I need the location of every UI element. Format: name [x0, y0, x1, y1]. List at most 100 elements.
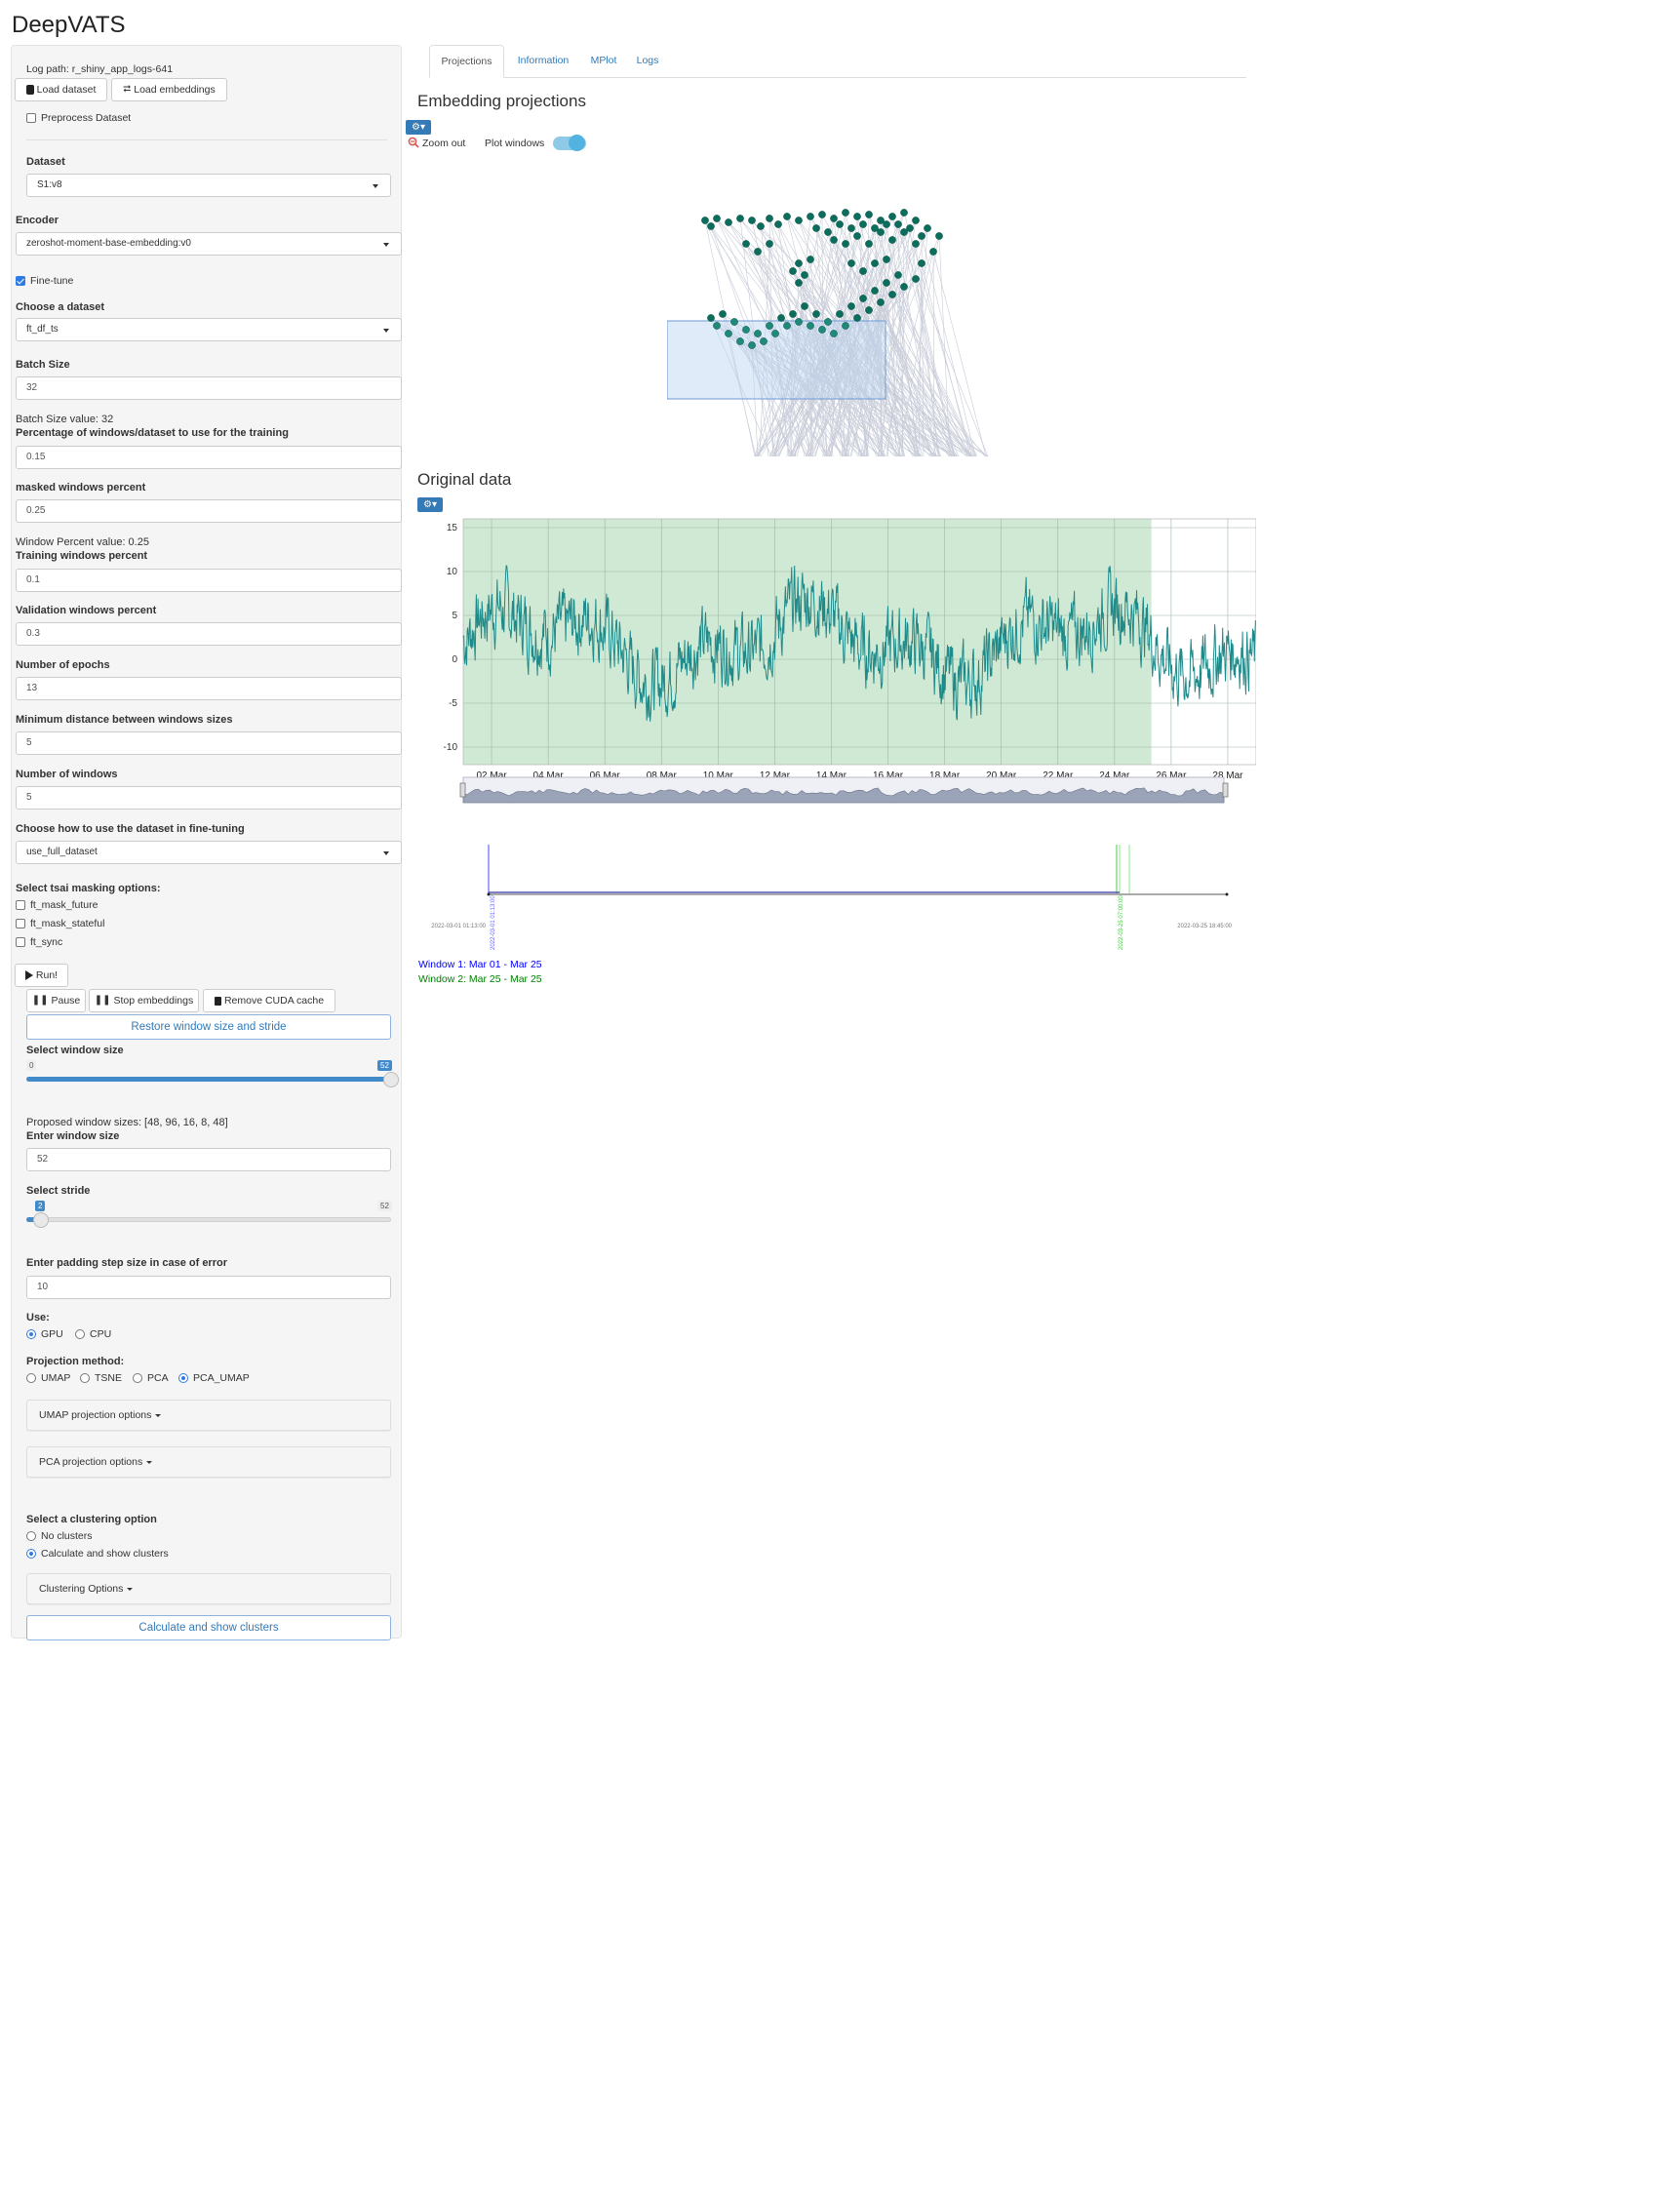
embedding-point[interactable] [725, 218, 732, 226]
embedding-point[interactable] [818, 326, 826, 334]
embedding-point[interactable] [918, 232, 925, 240]
embedding-point[interactable] [912, 275, 920, 283]
embedding-point[interactable] [713, 215, 721, 222]
embedding-point[interactable] [766, 240, 773, 248]
embedding-point[interactable] [736, 337, 744, 345]
embedding-point[interactable] [795, 217, 803, 224]
embedding-point[interactable] [847, 224, 855, 232]
range-handle-left[interactable] [459, 782, 466, 798]
embedding-point[interactable] [725, 330, 732, 337]
embedding-point[interactable] [707, 222, 715, 230]
embedding-point[interactable] [754, 248, 762, 256]
embedding-point[interactable] [812, 224, 820, 232]
embedding-point[interactable] [842, 240, 849, 248]
padding-input[interactable]: 10 [26, 1276, 391, 1299]
remove-cuda-button[interactable]: Remove CUDA cache [203, 989, 335, 1012]
validation-input[interactable]: 0.3 [16, 622, 402, 646]
embedding-plot[interactable] [667, 195, 989, 458]
mask-sync-checkbox[interactable] [16, 937, 25, 947]
embedding-point[interactable] [865, 240, 873, 248]
embedding-point[interactable] [795, 259, 803, 267]
embedding-point[interactable] [859, 267, 867, 275]
embedding-point[interactable] [748, 217, 756, 224]
embedding-point[interactable] [877, 298, 885, 306]
gpu-radio[interactable] [26, 1329, 36, 1339]
load-embeddings-button[interactable]: ⮂ Load embeddings [111, 78, 227, 101]
embedding-point[interactable] [900, 283, 908, 291]
embedding-point[interactable] [736, 215, 744, 222]
embedding-point[interactable] [812, 310, 820, 318]
epochs-input[interactable]: 13 [16, 677, 402, 700]
stride-handle[interactable] [32, 1212, 49, 1228]
embedding-point[interactable] [777, 314, 785, 322]
embedding-point[interactable] [900, 209, 908, 217]
finetune-checkbox[interactable] [16, 276, 25, 286]
embedding-point[interactable] [883, 256, 890, 263]
embedding-point[interactable] [924, 224, 931, 232]
choose-dataset-select[interactable]: ft_df_ts [16, 318, 402, 341]
embedding-point[interactable] [824, 228, 832, 236]
original-data-chart[interactable]: 151050-5-10 02 Mar 04 Mar 06 Mar 08 Mar 10 M… [417, 509, 1256, 813]
mask-stateful-checkbox[interactable] [16, 919, 25, 928]
masked-input[interactable]: 0.25 [16, 499, 402, 523]
embedding-settings-button[interactable]: ⚙▾ [406, 120, 431, 135]
embedding-point[interactable] [853, 232, 861, 240]
embedding-point[interactable] [719, 310, 727, 318]
plot-windows-toggle-knob[interactable] [569, 135, 585, 151]
embedding-point[interactable] [918, 259, 925, 267]
embedding-point[interactable] [871, 287, 879, 295]
embedding-point[interactable] [836, 220, 844, 228]
embedding-point[interactable] [807, 213, 814, 220]
embedding-point[interactable] [842, 322, 849, 330]
umap-options-toggle[interactable]: UMAP projection options [26, 1400, 391, 1431]
embedding-point[interactable] [912, 240, 920, 248]
embedding-point[interactable] [836, 310, 844, 318]
pca-radio[interactable] [133, 1373, 142, 1383]
embedding-point[interactable] [888, 213, 896, 220]
embedding-point[interactable] [742, 326, 750, 334]
embedding-point[interactable] [801, 271, 808, 279]
batch-size-input[interactable]: 32 [16, 376, 402, 400]
embedding-point[interactable] [912, 217, 920, 224]
embedding-point[interactable] [774, 220, 782, 228]
embedding-point[interactable] [935, 232, 943, 240]
dataset-select[interactable]: S1:v8 [26, 174, 391, 197]
cpu-radio[interactable] [75, 1329, 85, 1339]
embedding-point[interactable] [707, 314, 715, 322]
embedding-point[interactable] [853, 314, 861, 322]
embedding-point[interactable] [871, 224, 879, 232]
tab-mplot[interactable]: MPlot [583, 45, 624, 77]
embedding-point[interactable] [757, 222, 765, 230]
embedding-point[interactable] [853, 213, 861, 220]
embedding-point[interactable] [760, 337, 768, 345]
calc-clusters-radio[interactable] [26, 1549, 36, 1559]
min-dist-input[interactable]: 5 [16, 731, 402, 755]
pca-options-toggle[interactable]: PCA projection options [26, 1446, 391, 1478]
pause-button[interactable]: ❚❚ Pause [26, 989, 86, 1012]
enter-window-input[interactable]: 52 [26, 1148, 391, 1171]
embedding-point[interactable] [824, 318, 832, 326]
embedding-point[interactable] [713, 322, 721, 330]
window-size-handle[interactable] [383, 1072, 399, 1087]
embedding-point[interactable] [859, 295, 867, 302]
embedding-point[interactable] [783, 322, 791, 330]
embedding-point[interactable] [906, 224, 914, 232]
embedding-point[interactable] [771, 330, 779, 337]
tab-information[interactable]: Information [509, 45, 577, 77]
embedding-point[interactable] [894, 271, 902, 279]
tab-logs[interactable]: Logs [630, 45, 665, 77]
mask-future-checkbox[interactable] [16, 900, 25, 910]
embedding-point[interactable] [865, 211, 873, 218]
embedding-point[interactable] [847, 302, 855, 310]
embedding-point[interactable] [883, 220, 890, 228]
embedding-point[interactable] [871, 259, 879, 267]
embedding-point[interactable] [847, 259, 855, 267]
embedding-point[interactable] [766, 322, 773, 330]
embedding-point[interactable] [865, 306, 873, 314]
tsne-radio[interactable] [80, 1373, 90, 1383]
embedding-point[interactable] [701, 217, 709, 224]
tab-projections[interactable]: Projections [429, 45, 504, 78]
embedding-point[interactable] [783, 213, 791, 220]
encoder-select[interactable]: zeroshot-moment-base-embedding:v0 [16, 232, 402, 256]
pct-windows-input[interactable]: 0.15 [16, 446, 402, 469]
